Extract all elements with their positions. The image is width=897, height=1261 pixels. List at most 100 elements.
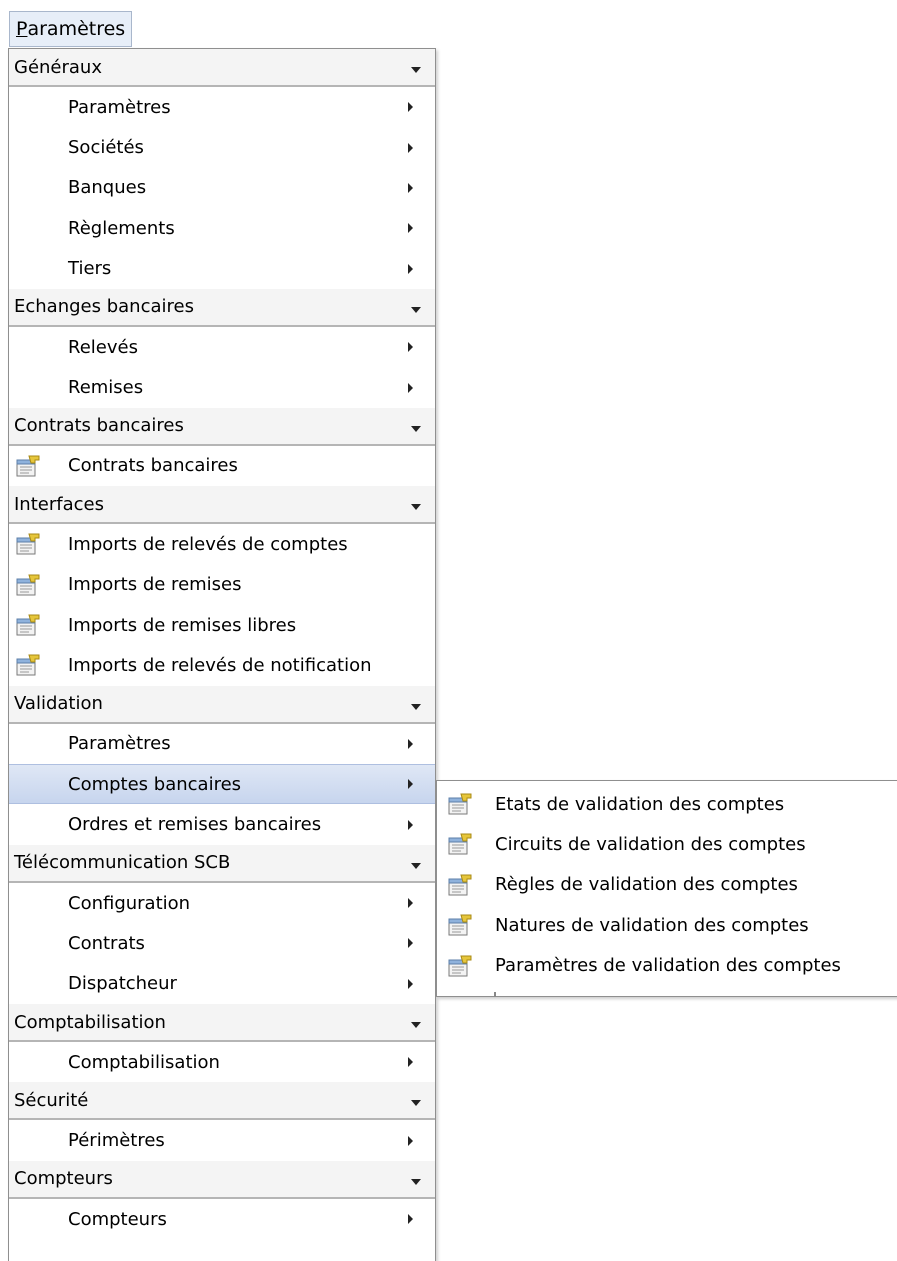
parametres-dropdown-menu: Généraux Paramètres Sociétés Banques Règleme… <box>8 48 436 1261</box>
menu-item-imports-de-remises[interactable]: Imports de remises <box>9 565 435 605</box>
menubar-parametres[interactable]: Paramètres <box>9 11 133 47</box>
section-title: Validation <box>14 693 103 715</box>
form-icon <box>15 613 41 637</box>
menu-item-tiers[interactable]: Tiers <box>9 249 435 289</box>
submenu-item-natures-de-validation-des-comptes[interactable]: Natures de validation des comptes <box>437 905 897 945</box>
menu-item-label: Relevés <box>68 336 138 358</box>
menu-item-label: Imports de relevés de comptes <box>68 533 348 555</box>
menu-item-perimetres[interactable]: Périmètres <box>9 1120 435 1160</box>
form-icon <box>15 454 41 478</box>
submenu-arrow-icon <box>408 263 413 274</box>
chevron-down-icon[interactable] <box>411 306 421 313</box>
menubar-label: aramètres <box>27 18 126 40</box>
submenu-arrow-icon <box>408 342 413 353</box>
menu-item-label: Remises <box>68 377 144 399</box>
menu-item-label: Contrats bancaires <box>68 455 238 477</box>
chevron-down-icon[interactable] <box>411 504 421 511</box>
menu-item-label: Banques <box>68 177 147 199</box>
form-icon <box>447 913 473 937</box>
menu-item-label: Dispatcheur <box>68 973 177 995</box>
menu-item-imports-de-remises-libres[interactable]: Imports de remises libres <box>9 605 435 645</box>
submenu-arrow-icon <box>408 1214 413 1224</box>
form-icon <box>447 873 473 897</box>
submenu-item-label: Règles de validation des comptes <box>495 874 798 896</box>
chevron-down-icon[interactable] <box>411 1178 421 1185</box>
section-title: Sécurité <box>14 1089 89 1111</box>
menu-item-remises[interactable]: Remises <box>9 367 435 407</box>
form-icon <box>15 573 41 597</box>
menu-item-label: Compteurs <box>68 1208 167 1230</box>
submenu-item-circuits-de-validation-des-comptes[interactable]: Circuits de validation des comptes <box>437 824 897 864</box>
chevron-down-icon[interactable] <box>411 425 421 432</box>
menu-item-label: Tiers <box>68 258 112 280</box>
menu-item-contrats-bancaires[interactable]: Contrats bancaires <box>9 446 435 486</box>
menu-item-banques[interactable]: Banques <box>9 168 435 208</box>
section-header-securite[interactable]: Sécurité <box>9 1082 435 1121</box>
menu-item-compteurs[interactable]: Compteurs <box>9 1199 435 1239</box>
submenu-arrow-icon <box>408 102 413 113</box>
menu-item-label: Sociétés <box>68 137 144 159</box>
submenu-item-label: Etats de validation des comptes <box>495 793 785 815</box>
menu-item-reglements[interactable]: Règlements <box>9 208 435 248</box>
submenu-arrow-icon <box>408 182 413 193</box>
menu-item-imports-de-releves-de-notification[interactable]: Imports de relevés de notification <box>9 645 435 685</box>
menu-item-label: Contrats <box>68 932 145 954</box>
menu-item-parametres[interactable]: Paramètres <box>9 87 435 127</box>
chevron-down-icon[interactable] <box>411 862 421 869</box>
section-header-validation[interactable]: Validation <box>9 685 435 724</box>
menu-item-label: Règlements <box>68 217 175 239</box>
submenu-arrow-icon <box>408 898 413 909</box>
section-header-contrats-bancaires[interactable]: Contrats bancaires <box>9 407 435 446</box>
menu-item-label: Imports de remises libres <box>68 614 297 636</box>
menu-item-label: Comptes bancaires <box>68 773 242 795</box>
submenu-item-label: Paramètres de validation des comptes <box>495 955 841 977</box>
comptes-bancaires-submenu: Etats de validation des comptes Circuits … <box>436 780 897 997</box>
menu-item-label: Ordres et remises bancaires <box>68 814 322 836</box>
menu-item-dispatcheur[interactable]: Dispatcheur <box>9 964 435 1004</box>
menu-item-releves[interactable]: Relevés <box>9 327 435 367</box>
menu-item-label: Imports de remises <box>68 574 242 596</box>
submenu-arrow-icon <box>408 779 413 790</box>
section-header-telecommunication-scb[interactable]: Télécommunication SCB <box>9 844 435 883</box>
form-icon <box>15 532 41 556</box>
submenu-item-regles-de-validation-des-comptes[interactable]: Règles de validation des comptes <box>437 865 897 905</box>
section-title: Interfaces <box>14 493 104 515</box>
submenu-item-parametres-de-validation-des-comptes[interactable]: Paramètres de validation des comptes <box>437 946 897 986</box>
menu-item-label: Paramètres <box>68 733 171 755</box>
section-title: Télécommunication SCB <box>14 852 231 874</box>
menu-item-societes[interactable]: Sociétés <box>9 127 435 167</box>
section-header-echanges-bancaires[interactable]: Echanges bancaires <box>9 288 435 327</box>
submenu-item-label: Circuits de validation des comptes <box>495 834 806 856</box>
submenu-arrow-icon <box>408 738 413 749</box>
menu-item-comptabilisation[interactable]: Comptabilisation <box>9 1042 435 1082</box>
chevron-down-icon[interactable] <box>411 1100 421 1107</box>
submenu-arrow-icon <box>408 938 413 949</box>
section-title: Comptabilisation <box>14 1011 166 1033</box>
divider <box>494 992 496 997</box>
menu-item-ordres-et-remises-bancaires[interactable]: Ordres et remises bancaires <box>9 804 435 844</box>
submenu-arrow-icon <box>408 142 413 153</box>
menu-item-configuration[interactable]: Configuration <box>9 883 435 923</box>
submenu-arrow-icon <box>408 1057 413 1068</box>
section-header-compteurs[interactable]: Compteurs <box>9 1160 435 1199</box>
menu-item-comptes-bancaires[interactable]: Comptes bancaires <box>9 764 435 805</box>
section-header-generaux[interactable]: Généraux <box>9 49 435 87</box>
section-title: Généraux <box>14 56 102 78</box>
section-title: Contrats bancaires <box>14 415 184 437</box>
chevron-down-icon[interactable] <box>411 1022 421 1029</box>
submenu-item-etats-de-validation-des-comptes[interactable]: Etats de validation des comptes <box>437 784 897 824</box>
menubar-accelerator: P <box>16 18 28 40</box>
chevron-down-icon[interactable] <box>411 67 421 73</box>
section-title: Compteurs <box>14 1168 113 1190</box>
chevron-down-icon[interactable] <box>411 703 421 710</box>
section-header-interfaces[interactable]: Interfaces <box>9 486 435 525</box>
submenu-arrow-icon <box>408 819 413 830</box>
menu-item-parametres[interactable]: Paramètres <box>9 724 435 764</box>
submenu-arrow-icon <box>408 1135 413 1146</box>
menu-item-label: Imports de relevés de notification <box>68 654 372 676</box>
menu-item-imports-de-releves-de-comptes[interactable]: Imports de relevés de comptes <box>9 524 435 564</box>
section-title: Echanges bancaires <box>14 296 194 318</box>
form-icon <box>447 792 473 816</box>
section-header-comptabilisation[interactable]: Comptabilisation <box>9 1004 435 1043</box>
menu-item-contrats[interactable]: Contrats <box>9 923 435 963</box>
